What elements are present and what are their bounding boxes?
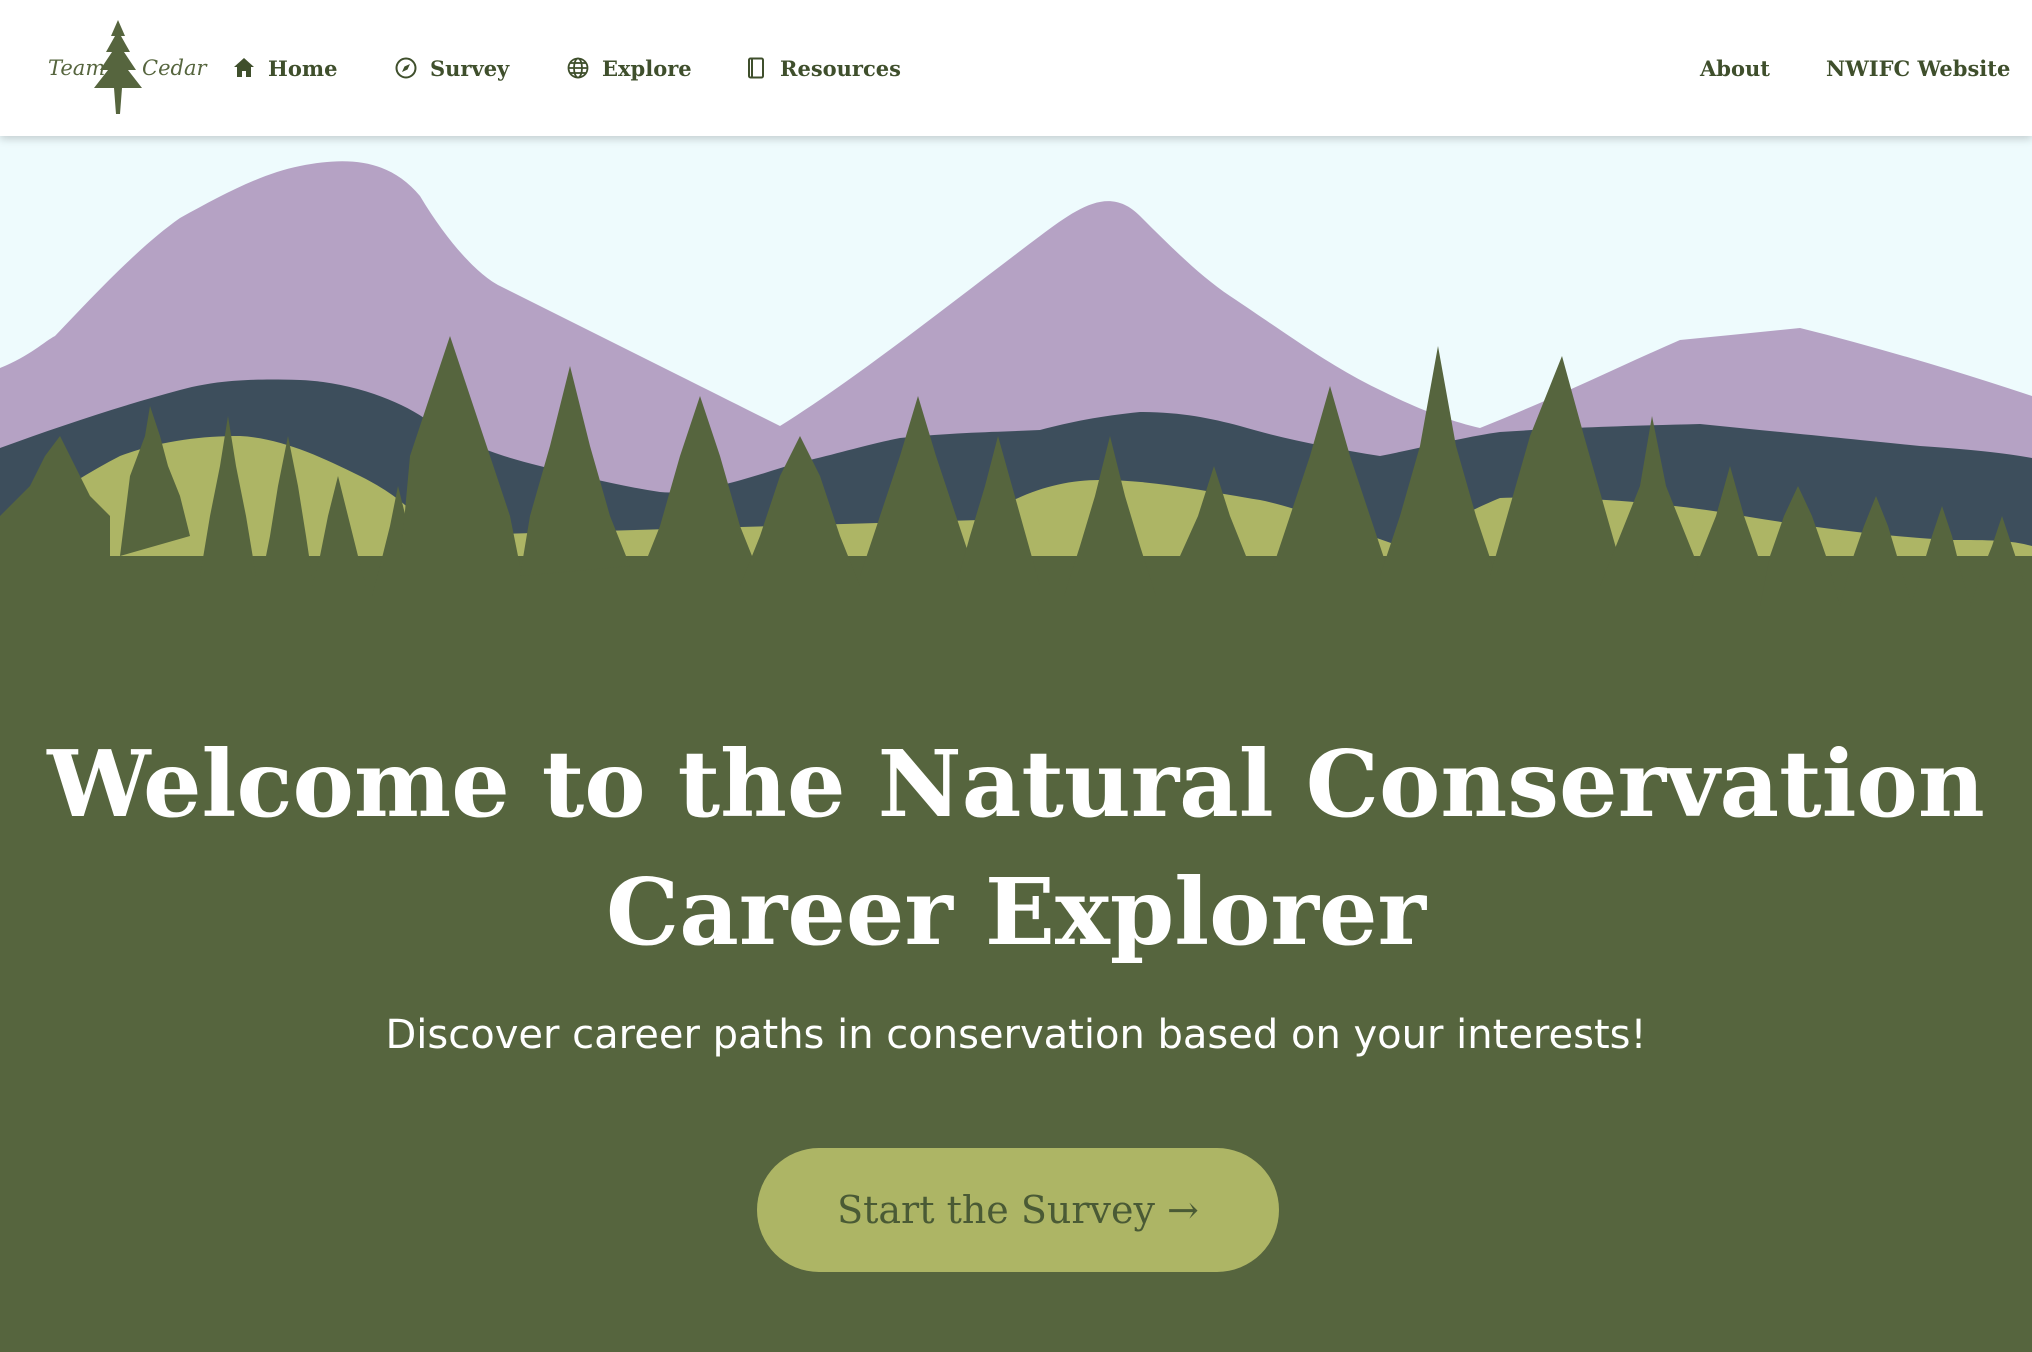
logo-word-cedar: Cedar [142, 56, 207, 80]
nav-survey-label: Survey [430, 55, 510, 81]
cedar-tree-icon [94, 20, 142, 114]
nav-about-label: About [1700, 55, 1770, 81]
compass-icon [395, 57, 417, 79]
nav-about[interactable]: About [1700, 50, 1770, 86]
hero-title-line-2: Career Explorer [606, 858, 1426, 966]
top-navbar: Team Cedar Home Survey Explore Resources… [0, 0, 2032, 136]
hero-title: Welcome to the Natural Conservation Care… [0, 720, 2032, 976]
book-icon [748, 57, 764, 79]
hero-title-line-1: Welcome to the Natural Conservation [47, 730, 1985, 838]
nav-explore[interactable]: Explore [566, 50, 692, 86]
start-survey-button[interactable]: Start the Survey → [757, 1148, 1279, 1272]
start-survey-label: Start the Survey → [837, 1188, 1199, 1232]
nav-nwifc-website[interactable]: NWIFC Website [1826, 50, 2010, 86]
home-icon [234, 58, 254, 77]
nav-home-label: Home [268, 55, 338, 81]
globe-icon [567, 57, 589, 79]
nav-home[interactable]: Home [232, 50, 337, 86]
nav-explore-label: Explore [602, 55, 692, 81]
team-cedar-logo[interactable]: Team Cedar [44, 18, 207, 118]
nav-resources[interactable]: Resources [744, 50, 901, 86]
nav-nwifc-website-label: NWIFC Website [1826, 55, 2011, 81]
nav-resources-label: Resources [780, 55, 901, 81]
nav-survey[interactable]: Survey [394, 50, 509, 86]
hero-subtitle: Discover career paths in conservation ba… [385, 1012, 1647, 1058]
